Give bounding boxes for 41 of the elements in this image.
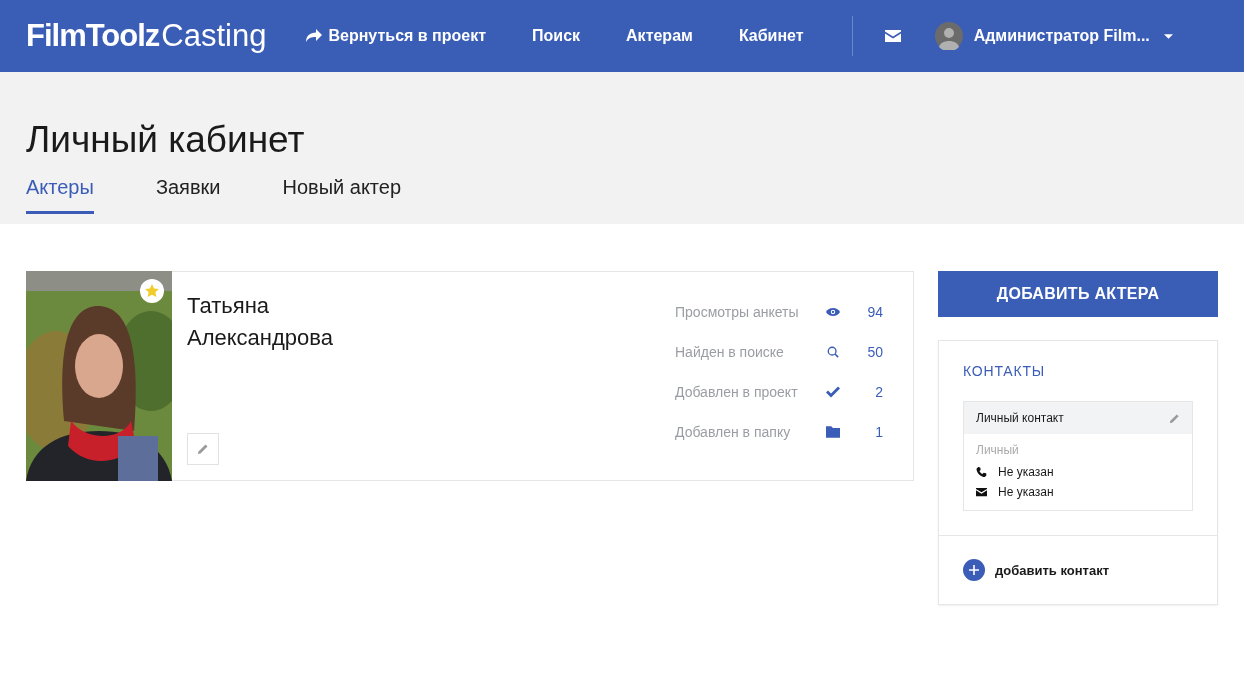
stat-value: 1 xyxy=(874,423,883,440)
contacts-title: КОНТАКТЫ xyxy=(963,363,1046,379)
caret-icon[interactable] xyxy=(1163,33,1173,39)
mail-icon xyxy=(976,487,987,497)
edit-button[interactable] xyxy=(187,433,219,465)
avatar-icon[interactable] xyxy=(934,22,963,50)
folder-icon xyxy=(826,425,840,438)
phone-value: Не указан xyxy=(998,465,1054,479)
stat-value: 50 xyxy=(866,343,883,360)
pencil-icon xyxy=(197,443,209,455)
tab[interactable]: Актеры xyxy=(26,176,94,214)
pencil-icon[interactable] xyxy=(1169,412,1180,424)
mail-icon[interactable] xyxy=(884,30,901,42)
contact-type: Личный xyxy=(976,443,1020,457)
nav-link[interactable]: Кабинет xyxy=(738,27,804,45)
phone-icon xyxy=(976,467,987,477)
nav-link[interactable]: Поиск xyxy=(532,27,581,45)
nav-link[interactable]: Актерам xyxy=(626,27,693,45)
nav-link[interactable]: Вернуться в проект xyxy=(306,27,487,45)
search-icon xyxy=(826,345,840,358)
actor-name: Татьяна Александрова xyxy=(187,292,334,352)
logo-subtitle[interactable]: Casting xyxy=(161,18,267,54)
stat-label: Просмотры анкеты xyxy=(675,303,800,320)
contact-title: Личный контакт xyxy=(976,411,1064,425)
logo-text[interactable]: FilmToolz xyxy=(26,18,160,54)
user-name[interactable]: Администратор Film... xyxy=(973,27,1158,45)
email-value: Не указан xyxy=(998,485,1054,499)
stat-value: 94 xyxy=(866,303,883,320)
share-arrow-icon xyxy=(306,29,323,43)
tab[interactable]: Новый актер xyxy=(282,176,402,214)
stat-value: 2 xyxy=(874,383,883,400)
stat-label: Добавлен в проект xyxy=(675,383,799,400)
checkmark-icon xyxy=(826,385,840,398)
page-title: Личный кабинет xyxy=(26,120,306,160)
tab[interactable]: Заявки xyxy=(155,176,221,214)
stat-label: Найден в поиске xyxy=(675,343,785,360)
add-contact-link[interactable]: добавить контакт xyxy=(939,536,1217,604)
plus-icon xyxy=(963,559,985,581)
add-actor-button[interactable]: ДОБАВИТЬ АКТЕРА xyxy=(938,271,1218,317)
eye-icon xyxy=(826,305,840,318)
stat-label: Добавлен в папку xyxy=(675,423,792,440)
